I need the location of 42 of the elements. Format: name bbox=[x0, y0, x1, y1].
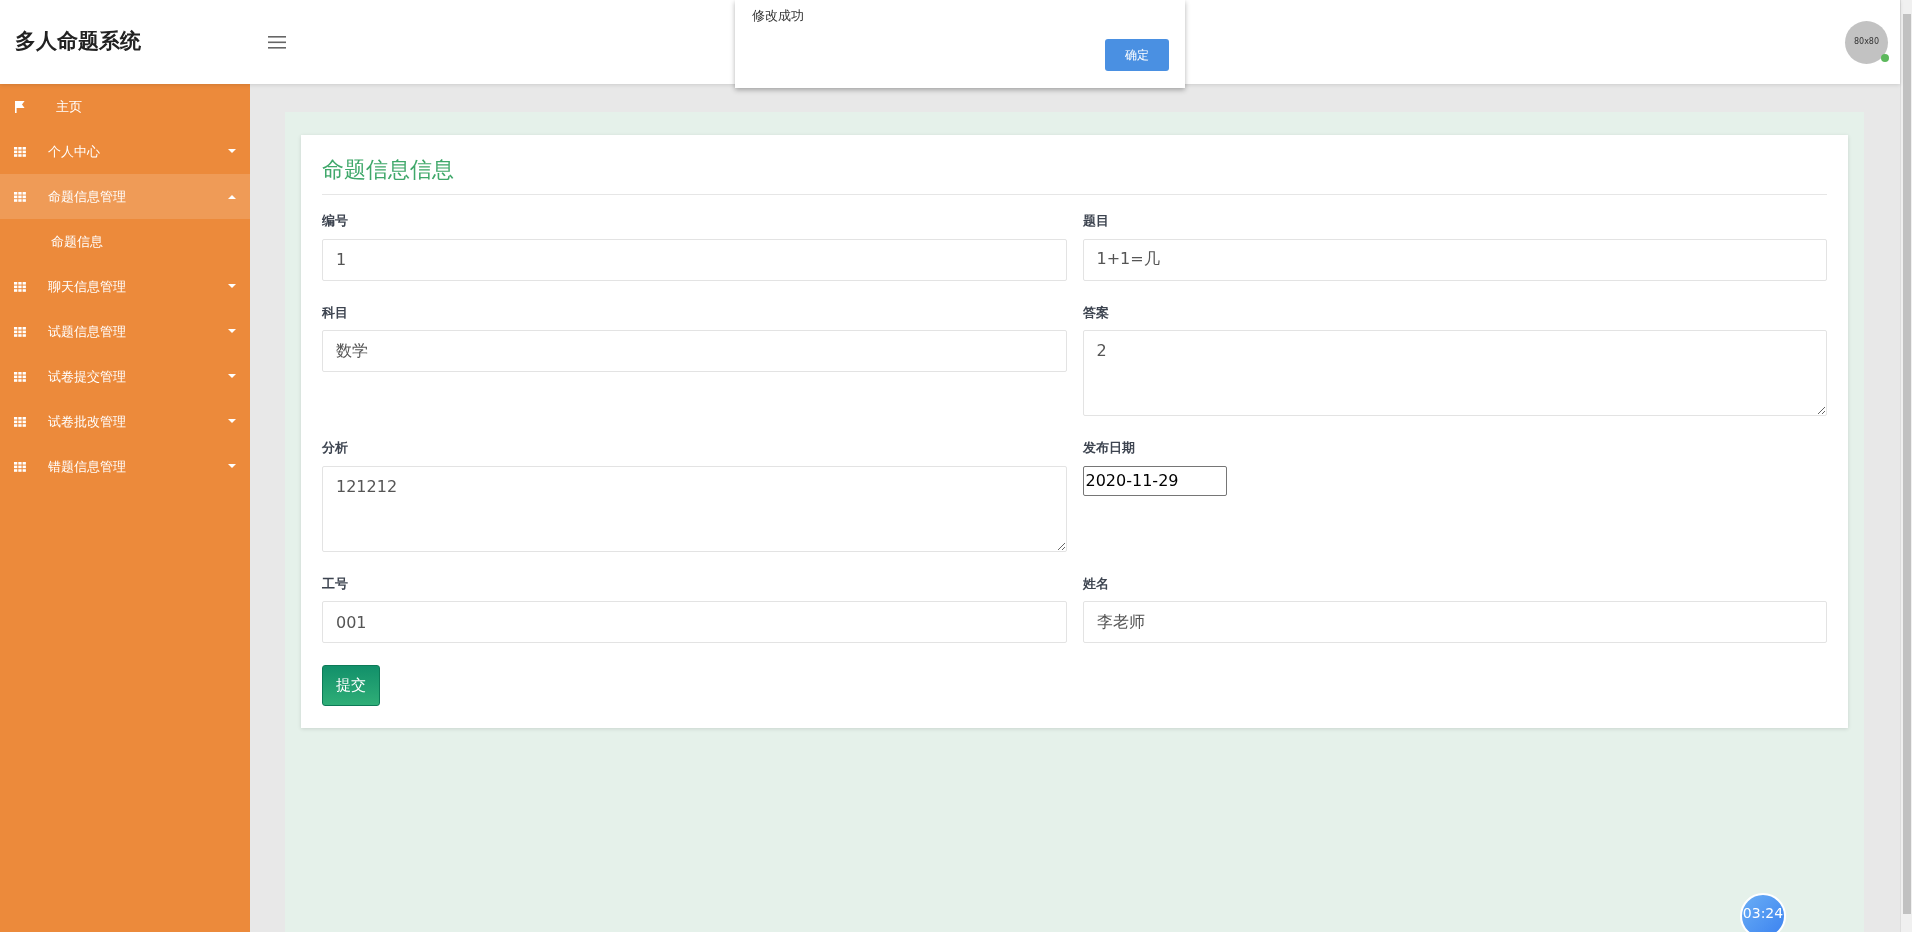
input-field[interactable]: 001 bbox=[322, 601, 1067, 643]
date-field[interactable]: 2020-11-29 bbox=[1082, 465, 1227, 496]
app-title: 多人命题系统 bbox=[14, 28, 142, 56]
grid-icon bbox=[14, 371, 26, 382]
scrollbar[interactable] bbox=[1900, 0, 1912, 932]
sidebar-subitem[interactable]: 命题信息 bbox=[0, 219, 250, 264]
sidebar-item[interactable]: 聊天信息管理 bbox=[0, 264, 250, 309]
confirm-button[interactable]: 确定 bbox=[1105, 39, 1169, 71]
input-field[interactable]: 李老师 bbox=[1082, 601, 1827, 643]
user-avatar[interactable]: 80x80 bbox=[1845, 20, 1888, 64]
grid-icon bbox=[14, 281, 26, 292]
field-label: 发布日期 bbox=[1082, 439, 1135, 457]
sidebar-item[interactable]: 主页 bbox=[0, 84, 250, 129]
grid-icon bbox=[14, 416, 26, 427]
sidebar-item[interactable]: 错题信息管理 bbox=[0, 444, 250, 489]
text-area[interactable]: 121212 bbox=[322, 465, 1067, 552]
sidebar-item[interactable]: 试卷提交管理 bbox=[0, 354, 250, 399]
input-field[interactable]: 1+1=几 bbox=[1082, 238, 1827, 281]
field-label: 科目 bbox=[322, 303, 348, 322]
grid-icon bbox=[14, 191, 26, 202]
text-area[interactable]: 2 bbox=[1082, 330, 1827, 416]
form-title: 命题信息信息 bbox=[322, 153, 1827, 195]
input-field[interactable]: 数学 bbox=[322, 330, 1067, 372]
flag-icon bbox=[14, 100, 26, 113]
sidebar-item[interactable]: 试卷批改管理 bbox=[0, 399, 250, 444]
field-label: 姓名 bbox=[1082, 574, 1109, 593]
menu-icon[interactable] bbox=[268, 35, 286, 49]
sidebar-item[interactable]: 个人中心 bbox=[0, 129, 250, 174]
avatar-label: 80x80 bbox=[1853, 36, 1880, 48]
field-label: 题目 bbox=[1082, 212, 1109, 230]
dialog-message: 修改成功 bbox=[752, 7, 805, 25]
grid-icon bbox=[14, 461, 26, 472]
input-field[interactable]: 1 bbox=[322, 238, 1067, 281]
field-label: 工号 bbox=[322, 574, 348, 593]
field-label: 编号 bbox=[322, 212, 348, 230]
field-label: 答案 bbox=[1082, 303, 1109, 322]
grid-icon bbox=[14, 146, 26, 157]
grid-icon bbox=[14, 326, 26, 337]
submit-button[interactable]: 提交 bbox=[322, 665, 380, 706]
sidebar-item[interactable]: 命题信息管理 bbox=[0, 174, 250, 219]
field-label: 分析 bbox=[322, 439, 348, 457]
sidebar-item[interactable]: 试题信息管理 bbox=[0, 309, 250, 354]
